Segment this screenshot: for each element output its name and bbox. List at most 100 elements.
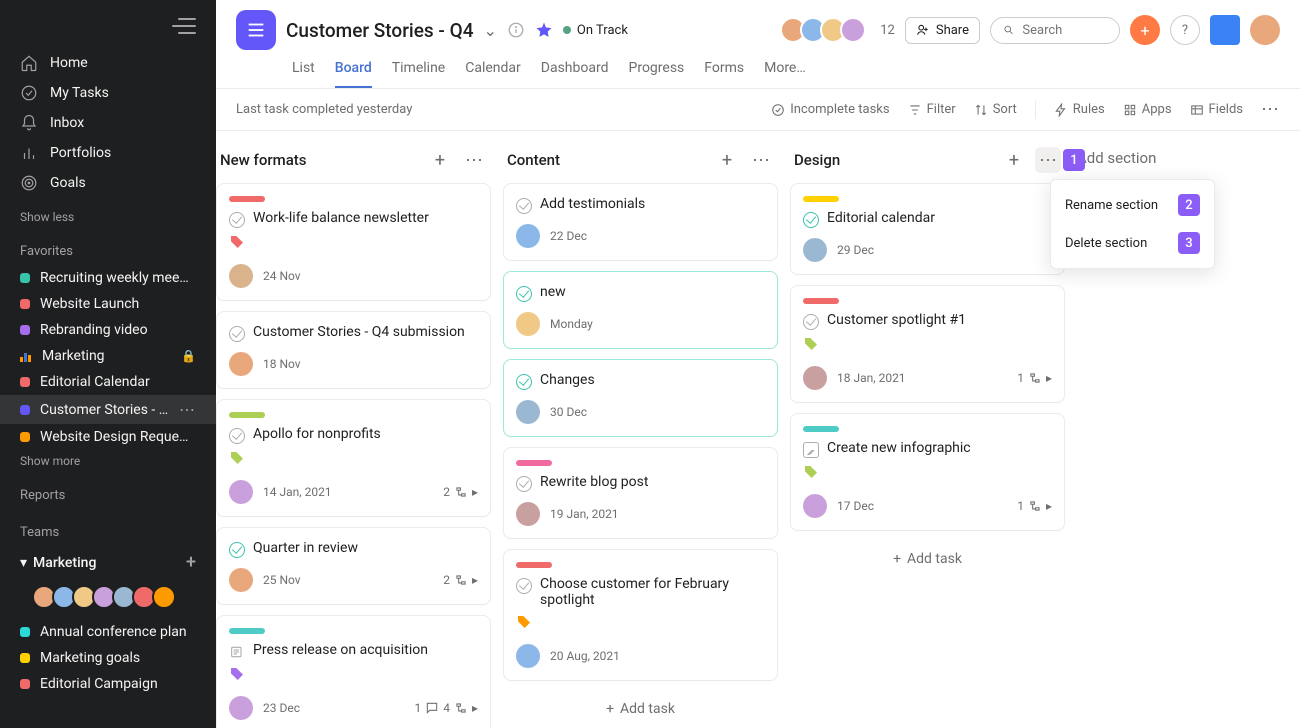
add-card-button[interactable]: + <box>1001 147 1027 173</box>
complete-icon[interactable] <box>516 476 532 492</box>
favorite-item[interactable]: Website Launch <box>0 291 216 317</box>
tab-dashboard[interactable]: Dashboard <box>541 60 609 88</box>
team-avatars <box>0 579 216 619</box>
add-card-button[interactable]: + <box>427 147 453 173</box>
task-card[interactable]: Add testimonials22 Dec <box>503 183 778 261</box>
team-marketing[interactable]: ▾ Marketing + <box>0 546 216 579</box>
chart-icon <box>20 350 32 362</box>
task-card[interactable]: Apollo for nonprofits14 Jan, 20212▸ <box>216 399 491 517</box>
task-card[interactable]: Customer spotlight #118 Jan, 20211▸ <box>790 285 1065 403</box>
quick-add-button[interactable]: + <box>1130 15 1160 45</box>
reports-header[interactable]: Reports <box>0 472 216 509</box>
card-date: 23 Dec <box>263 701 300 715</box>
add-team-project-icon[interactable]: + <box>186 552 196 573</box>
delete-section-item[interactable]: Delete section3 <box>1051 224 1214 262</box>
column-menu-button[interactable]: ⋯ <box>461 147 487 173</box>
show-less[interactable]: Show less <box>0 206 216 228</box>
team-project-item[interactable]: Annual conference plan <box>0 619 216 645</box>
rename-section-item[interactable]: Rename section2 <box>1051 186 1214 224</box>
help-button[interactable]: ? <box>1170 15 1200 45</box>
rules-button[interactable]: Rules <box>1054 102 1105 117</box>
tab-calendar[interactable]: Calendar <box>465 60 521 88</box>
favorite-item[interactable]: Recruiting weekly mee… <box>0 265 216 291</box>
task-card[interactable]: Choose customer for February spotlight20… <box>503 549 778 681</box>
favorite-item[interactable]: Marketing🔒 <box>0 343 216 369</box>
project-color-dot <box>20 377 30 387</box>
task-card[interactable]: Press release on acquisition23 Dec14▸ <box>216 615 491 728</box>
favorite-item[interactable]: Editorial Calendar <box>0 369 216 395</box>
share-button[interactable]: Share <box>905 17 980 44</box>
column-title[interactable]: Content <box>507 151 706 169</box>
nav-goals[interactable]: Goals <box>0 168 216 198</box>
favorite-item[interactable]: Customer Stories - Q4⋯ <box>0 395 216 424</box>
star-icon[interactable] <box>535 21 553 39</box>
task-card[interactable]: Customer Stories - Q4 submission18 Nov <box>216 311 491 389</box>
collapse-sidebar-icon[interactable] <box>172 18 196 34</box>
upgrade-button[interactable] <box>1210 15 1240 45</box>
tab-more[interactable]: More… <box>764 60 806 88</box>
sort-button[interactable]: Sort <box>974 102 1017 117</box>
nav-home[interactable]: Home <box>0 48 216 78</box>
more-icon[interactable]: ⋯ <box>179 400 196 419</box>
subtask-icon <box>1028 371 1042 385</box>
project-color-dot <box>20 679 30 689</box>
team-project-item[interactable]: Editorial Campaign <box>0 671 216 697</box>
favorite-item[interactable]: Rebranding video <box>0 317 216 343</box>
complete-icon[interactable] <box>229 326 245 342</box>
tabs: List Board Timeline Calendar Dashboard Progre… <box>236 50 1280 88</box>
card-title: Apollo for nonprofits <box>253 426 381 442</box>
complete-icon[interactable] <box>516 198 532 214</box>
filter-button[interactable]: Filter <box>908 102 956 117</box>
complete-icon[interactable] <box>516 578 532 594</box>
info-icon[interactable] <box>507 21 525 39</box>
add-task-button[interactable]: + Add task <box>790 541 1065 577</box>
member-avatars[interactable] <box>786 17 866 43</box>
task-card[interactable]: Create new infographic17 Dec1▸ <box>790 413 1065 531</box>
nav-my-tasks[interactable]: My Tasks <box>0 78 216 108</box>
complete-icon[interactable] <box>229 428 245 444</box>
column-menu-button[interactable]: ⋯ <box>748 147 774 173</box>
subtask-count: 1 <box>1017 499 1024 513</box>
status-pill[interactable]: On Track <box>563 23 628 38</box>
tab-forms[interactable]: Forms <box>704 60 744 88</box>
card-date: 14 Jan, 2021 <box>263 485 332 499</box>
tab-list[interactable]: List <box>292 60 315 88</box>
complete-icon[interactable] <box>516 374 532 390</box>
nav-inbox[interactable]: Inbox <box>0 108 216 138</box>
complete-icon[interactable] <box>803 212 819 228</box>
task-card[interactable]: Changes30 Dec <box>503 359 778 437</box>
task-card[interactable]: Work-life balance newsletter24 Nov <box>216 183 491 301</box>
tab-board[interactable]: Board <box>335 60 372 88</box>
column-title[interactable]: New formats <box>220 151 419 169</box>
task-card[interactable]: newMonday <box>503 271 778 349</box>
tab-timeline[interactable]: Timeline <box>392 60 445 88</box>
show-more[interactable]: Show more <box>0 450 216 472</box>
annotation-badge: 1 <box>1063 149 1085 171</box>
project-dropdown-icon[interactable]: ⌄ <box>484 21 497 40</box>
profile-avatar[interactable] <box>1250 15 1280 45</box>
column-menu-button[interactable]: ⋯1 <box>1035 147 1061 173</box>
task-card[interactable]: Editorial calendar29 Dec <box>790 183 1065 275</box>
search-box[interactable] <box>990 17 1120 44</box>
tab-progress[interactable]: Progress <box>629 60 685 88</box>
incomplete-filter[interactable]: Incomplete tasks <box>771 102 889 117</box>
complete-icon[interactable] <box>229 212 245 228</box>
add-task-button[interactable]: + Add task <box>503 691 778 727</box>
card-date: 30 Dec <box>550 405 587 419</box>
task-card[interactable]: Quarter in review25 Nov2▸ <box>216 527 491 605</box>
search-input[interactable] <box>1022 23 1107 38</box>
toolbar-more-icon[interactable]: ⋯ <box>1261 99 1280 120</box>
task-card[interactable]: Rewrite blog post19 Jan, 2021 <box>503 447 778 539</box>
team-project-item[interactable]: Marketing goals <box>0 645 216 671</box>
apps-button[interactable]: Apps <box>1123 102 1172 117</box>
add-card-button[interactable]: + <box>714 147 740 173</box>
column-title[interactable]: Design <box>794 151 993 169</box>
nav-portfolios[interactable]: Portfolios <box>0 138 216 168</box>
favorite-item[interactable]: Website Design Reque… <box>0 424 216 450</box>
complete-icon[interactable] <box>229 542 245 558</box>
add-section-button[interactable]: Add section <box>1077 149 1197 167</box>
complete-icon[interactable] <box>516 286 532 302</box>
topbar: Customer Stories - Q4 ⌄ On Track 12 Shar… <box>216 0 1300 89</box>
fields-button[interactable]: Fields <box>1190 102 1243 117</box>
complete-icon[interactable] <box>803 314 819 330</box>
